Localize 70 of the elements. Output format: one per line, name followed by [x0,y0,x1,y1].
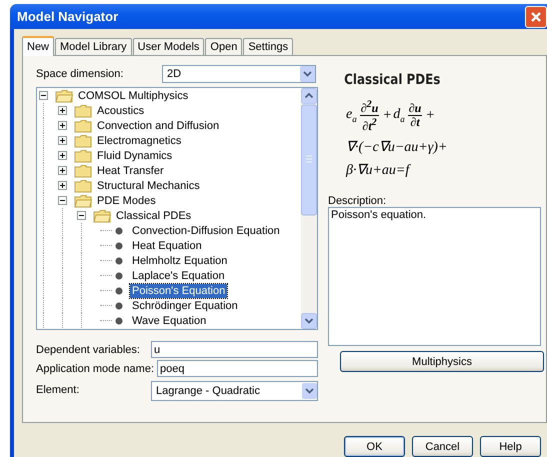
tree-item[interactable]: PDE Modes [95,194,158,208]
dialog-button[interactable]: OK [344,436,405,457]
expander-icon[interactable] [77,211,86,220]
folder-icon [74,118,92,132]
expander-icon[interactable] [58,196,67,205]
expander-icon[interactable] [58,121,67,130]
tree-item[interactable]: Electromagnetics [95,134,184,148]
tree-item[interactable]: Structural Mechanics [95,178,202,192]
scrollbar[interactable] [301,88,317,329]
bullet-icon [114,226,124,236]
field-label: Dependent variables: [36,344,141,356]
tree-item[interactable]: Wave Equation [130,314,208,328]
formula-operator: + [383,108,392,124]
tree-item[interactable]: Heat Transfer [95,164,166,178]
tree-item[interactable]: Helmholtz Equation [130,254,230,268]
tab[interactable]: Open [205,38,242,55]
window-title: Model Navigator [17,9,118,24]
close-button[interactable] [525,6,547,28]
folder-icon [74,104,92,118]
open-folder-icon [93,208,111,222]
description-text: Poisson's equation. [328,207,541,346]
bullet-icon [114,286,124,296]
tree-item[interactable]: Acoustics [95,104,146,118]
text-field[interactable]: u [151,341,318,358]
folder-icon [74,164,92,178]
expander-icon[interactable] [58,181,67,190]
field-label: Space dimension: [36,68,124,80]
text-field[interactable]: poeq [157,360,318,377]
tab[interactable]: New [22,36,54,56]
field-label: Application mode name: [36,362,156,374]
expander-icon[interactable] [58,166,67,175]
dialog-button[interactable]: Help [480,436,541,457]
bullet-icon [114,300,124,310]
formula-operator: + [426,108,434,124]
tab[interactable]: Model Library [55,38,132,55]
tab[interactable]: Settings [243,38,294,55]
close-icon [530,10,542,22]
tree-item[interactable]: Laplace's Equation [130,268,227,282]
open-folder-icon [55,88,73,102]
expander-icon[interactable] [58,151,67,160]
description-label: Description: [328,195,386,207]
tree-item[interactable]: Heat Equation [130,238,204,252]
preview-title: Classical PDEs [343,72,442,88]
open-folder-icon [74,194,92,208]
formula-line: ∇·(−c∇u−au+γ)+ [346,139,448,156]
folder-icon [74,178,92,192]
field-label: Element: [36,384,80,396]
space-dimension-dropdown[interactable]: 2D [162,65,316,83]
bullet-icon [114,316,124,326]
tree-item[interactable]: Fluid Dynamics [95,148,174,162]
tree-item[interactable]: Schrödinger Equation [130,298,240,312]
bullet-icon [114,240,124,250]
multiphysics-button[interactable]: Multiphysics [340,351,544,372]
expander-icon[interactable] [58,136,67,145]
tab[interactable]: User Models [132,38,204,55]
folder-icon [74,134,92,148]
tree-item[interactable]: Poisson's Equation [130,284,228,298]
bullet-icon [114,256,124,266]
bullet-icon [114,270,124,280]
formula-line: β·∇u+au=f [346,162,412,179]
tree-item[interactable]: Convection and Diffusion [95,118,222,132]
tree-item[interactable]: COMSOL Multiphysics [76,88,190,102]
tree-item[interactable]: Classical PDEs [114,208,194,222]
tree-item[interactable]: Convection-Diffusion Equation [130,224,282,238]
dialog-button[interactable]: Cancel [412,436,473,457]
folder-icon [74,148,92,162]
expander-icon[interactable] [58,106,67,115]
element-dropdown[interactable]: Lagrange - Quadratic [151,381,318,401]
formula-term: e$_{a}$ ∂$^{2}$u ∂t$^{2}$ [346,98,380,133]
expander-icon[interactable] [39,91,48,100]
